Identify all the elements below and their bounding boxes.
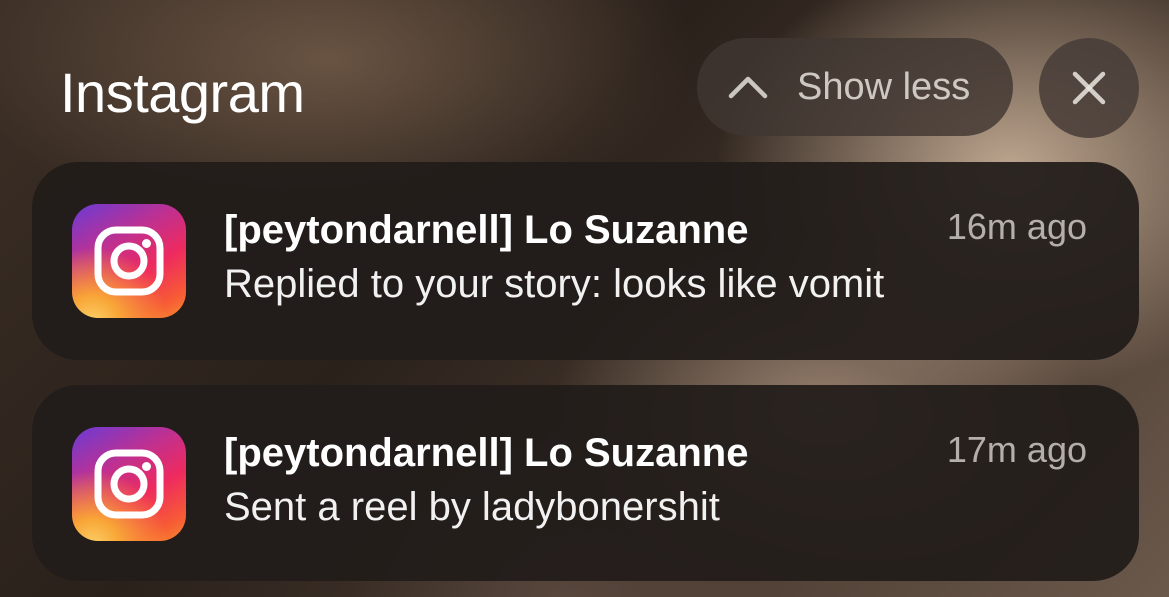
close-icon — [1072, 71, 1106, 105]
notification-card[interactable]: [peytondarnell] Lo Suzanne Replied to yo… — [32, 162, 1139, 360]
notification-message: Replied to your story: looks like vomit — [224, 262, 885, 306]
notification-time: 16m ago — [946, 206, 1087, 247]
instagram-icon — [72, 427, 186, 541]
notification-message: Sent a reel by ladybonershit — [224, 485, 720, 529]
show-less-label: Show less — [797, 65, 971, 108]
close-button[interactable] — [1039, 38, 1139, 138]
notification-card[interactable]: [peytondarnell] Lo Suzanne Sent a reel b… — [32, 385, 1139, 581]
show-less-button[interactable]: Show less — [697, 38, 1013, 136]
instagram-icon — [72, 204, 186, 318]
notification-group-title: Instagram — [60, 61, 305, 124]
chevron-up-icon — [728, 76, 768, 99]
notification-sender: [peytondarnell] Lo Suzanne — [224, 431, 749, 475]
notification-sender: [peytondarnell] Lo Suzanne — [224, 208, 749, 252]
notification-time: 17m ago — [946, 429, 1087, 470]
